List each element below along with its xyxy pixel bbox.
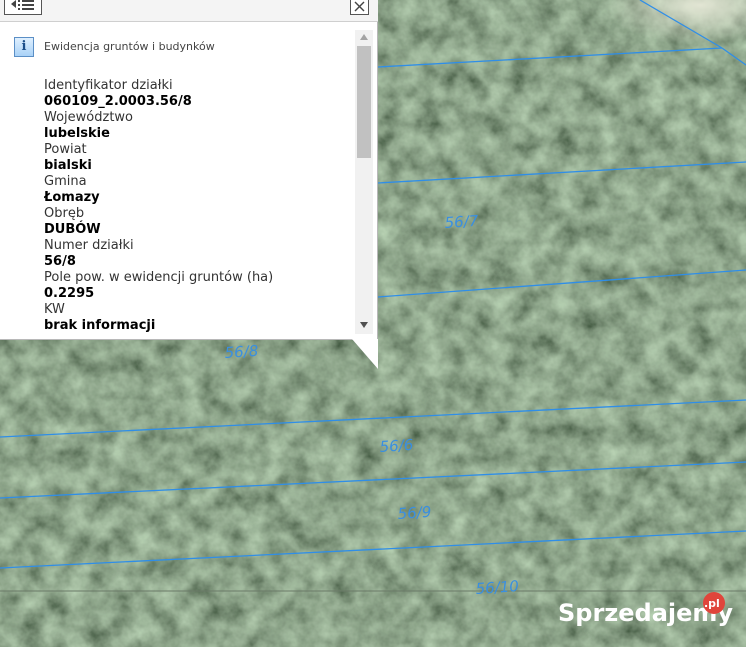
popup-header: Ewidencja gruntów i budynków xyxy=(44,40,215,53)
list-button[interactable] xyxy=(4,0,42,15)
attribute-value: DUBÓW xyxy=(44,222,101,237)
attribute-value: brak informacji xyxy=(44,318,156,333)
attribute-value: bialski xyxy=(44,158,92,173)
attribute-label: KW xyxy=(44,302,65,317)
attribute-label: Numer działki xyxy=(44,238,134,253)
attribute-label: Identyfikator działki xyxy=(44,78,173,93)
scroll-thumb[interactable] xyxy=(357,46,371,158)
attribute-value: 0.2295 xyxy=(44,286,95,301)
info-icon: i xyxy=(14,37,34,57)
parcel-label[interactable]: 56/7 xyxy=(444,212,479,232)
popup-toolbar xyxy=(0,0,378,22)
arrow-up-icon xyxy=(360,34,368,40)
parcel-label[interactable]: 56/8 xyxy=(224,342,259,362)
arrow-down-icon xyxy=(360,322,368,328)
close-button[interactable] xyxy=(350,0,369,15)
attribute-label: Pole pow. w ewidencji gruntów (ha) xyxy=(44,270,274,285)
watermark-suffix: .pl xyxy=(704,597,720,610)
popup-scrollbar[interactable] xyxy=(355,30,373,334)
parcel-label[interactable]: 56/6 xyxy=(379,436,414,456)
parcel-label[interactable]: 56/9 xyxy=(397,503,432,523)
parcel-label[interactable]: 56/10 xyxy=(475,577,519,598)
attribute-label: Województwo xyxy=(44,110,134,125)
popup-pointer xyxy=(352,339,378,369)
attribute-value: 060109_2.0003.56/8 xyxy=(44,94,192,109)
scroll-up-button[interactable] xyxy=(355,30,373,44)
attribute-value: 56/8 xyxy=(44,254,76,269)
attribute-list: Identyfikator działki 060109_2.0003.56/8… xyxy=(44,78,349,335)
attribute-label: Powiat xyxy=(44,142,87,157)
attribute-value: Łomazy xyxy=(44,190,100,205)
attribute-label: Gmina xyxy=(44,174,87,189)
close-icon xyxy=(354,1,365,12)
info-popup: i Ewidencja gruntów i budynków Identyfik… xyxy=(0,0,378,340)
attribute-value: lubelskie xyxy=(44,126,110,141)
list-icon xyxy=(11,0,34,10)
attribute-label: Obręb xyxy=(44,206,85,221)
scroll-down-button[interactable] xyxy=(355,318,373,332)
